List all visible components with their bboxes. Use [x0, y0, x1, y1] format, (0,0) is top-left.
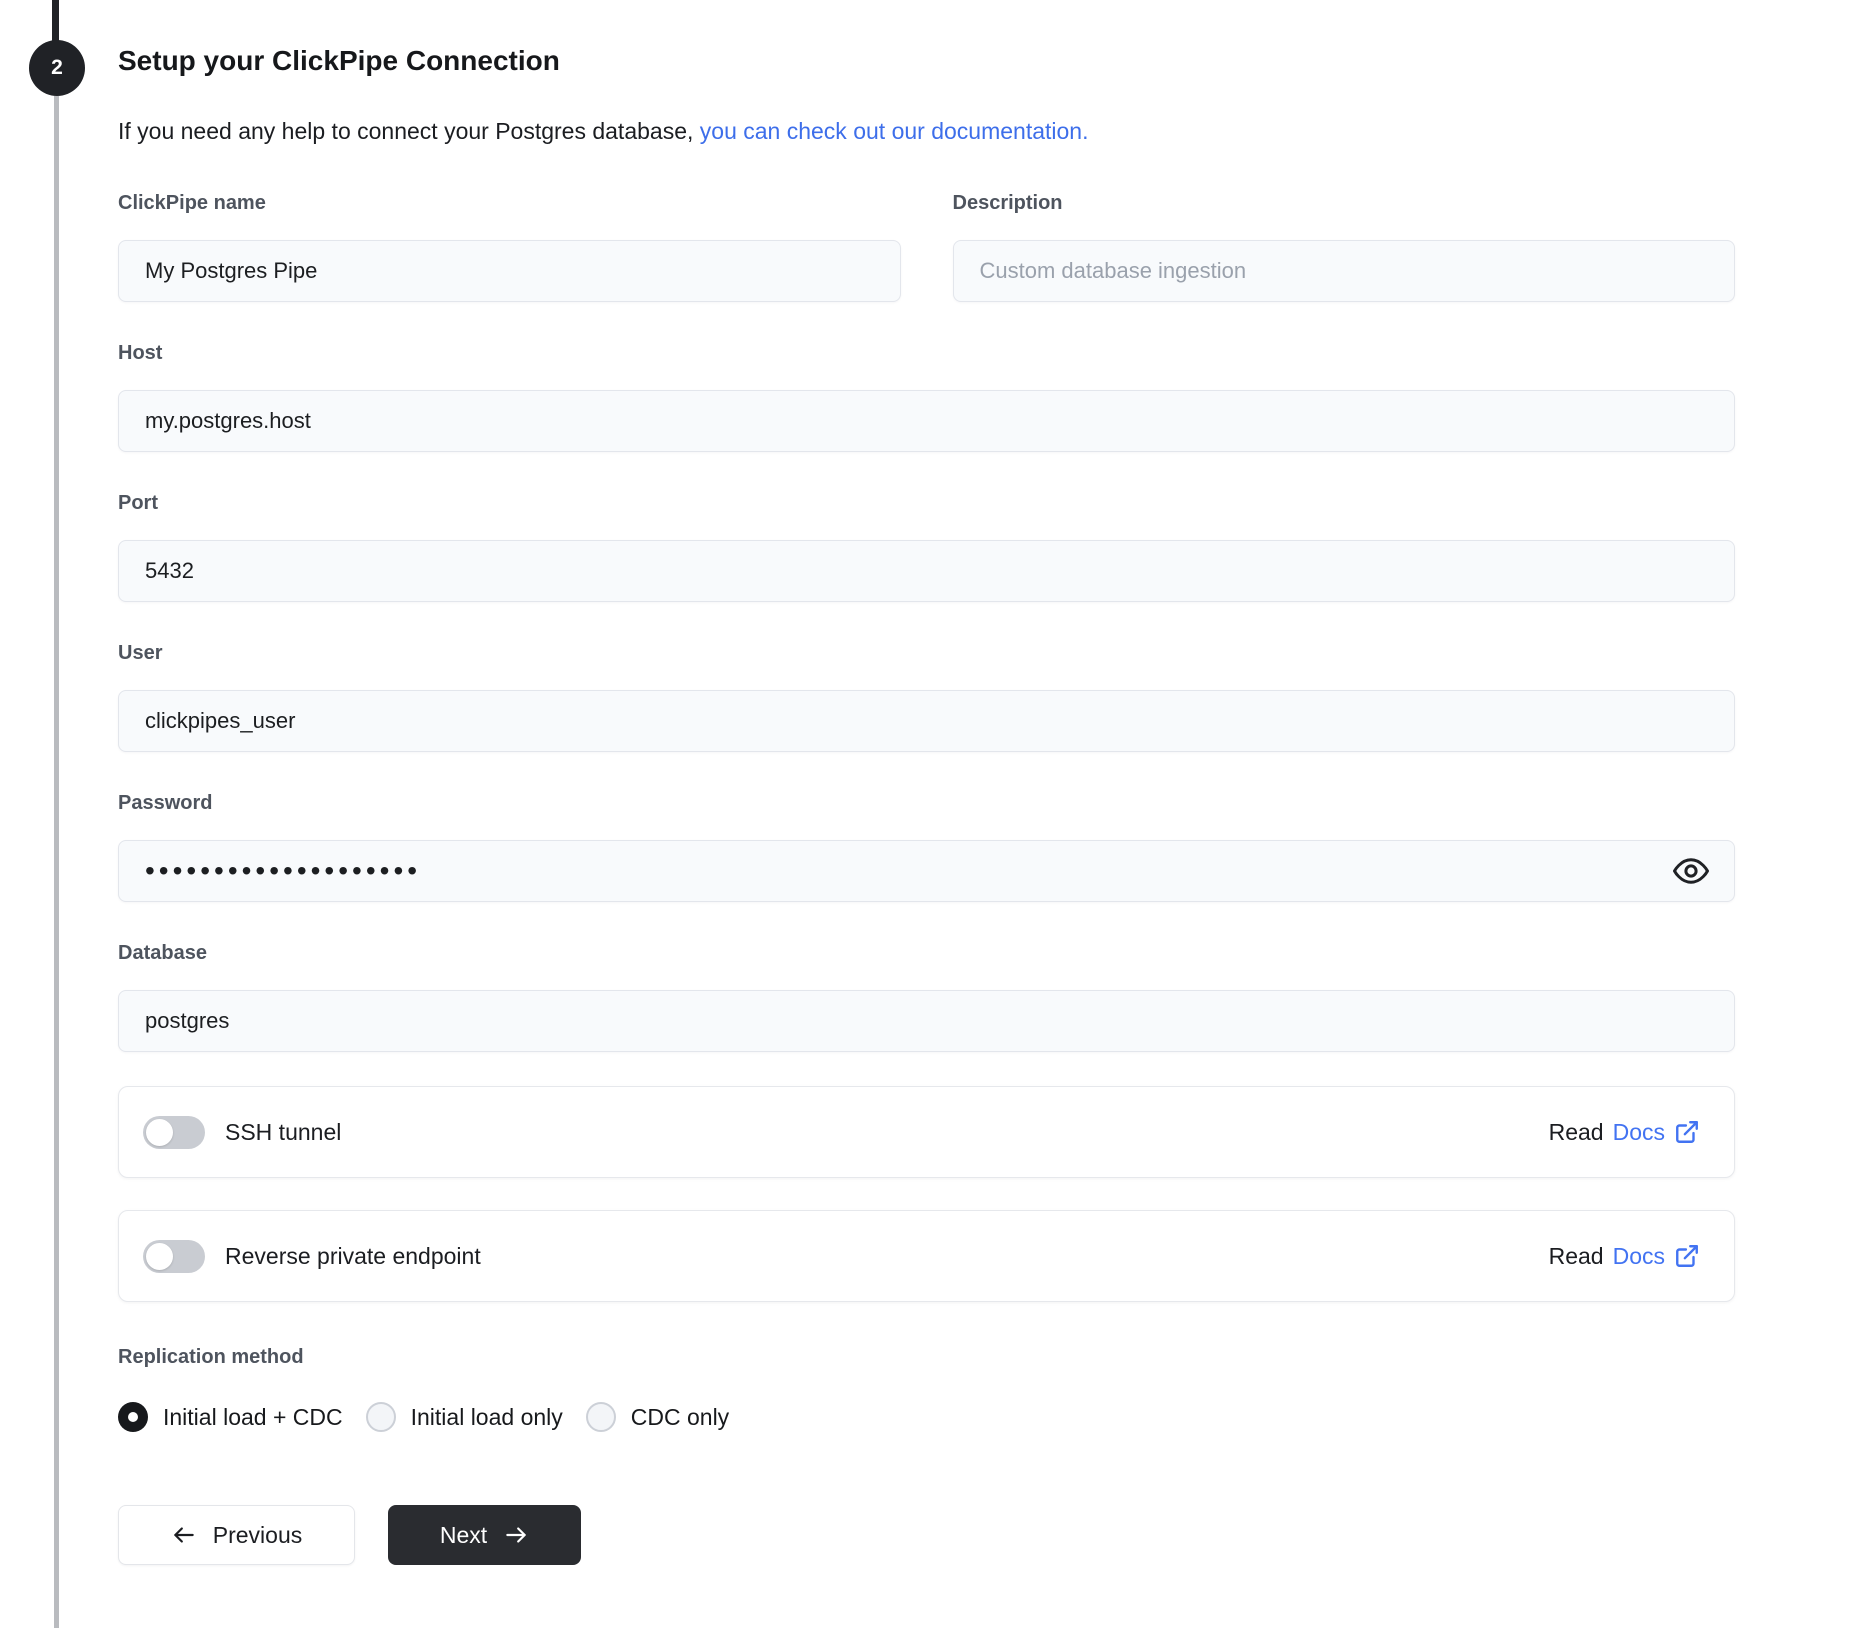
- help-text: If you need any help to connect your Pos…: [118, 116, 1735, 146]
- reverse-private-endpoint-label: Reverse private endpoint: [225, 1242, 481, 1269]
- arrow-left-icon: [171, 1522, 197, 1548]
- page-title: Setup your ClickPipe Connection: [118, 45, 560, 76]
- host-label: Host: [118, 342, 163, 364]
- documentation-link[interactable]: you can check out our documentation.: [700, 118, 1089, 144]
- port-field: Port: [118, 490, 1735, 602]
- ssh-tunnel-label: SSH tunnel: [225, 1118, 342, 1145]
- rpe-docs-link[interactable]: Docs: [1613, 1243, 1665, 1270]
- name-description-row: ClickPipe name Description: [118, 190, 1735, 302]
- step-number-badge: 2: [29, 40, 85, 96]
- stepper-line-top: [52, 0, 59, 44]
- user-input[interactable]: [118, 690, 1735, 752]
- next-button-label: Next: [439, 1521, 488, 1548]
- radio-cdc-only[interactable]: CDC only: [585, 1402, 730, 1432]
- password-input[interactable]: [118, 840, 1735, 902]
- setup-connection-panel: Setup your ClickPipe Connection If you n…: [118, 0, 1735, 1565]
- external-link-icon[interactable]: [1674, 1243, 1700, 1269]
- host-field: Host: [118, 340, 1735, 452]
- step-number: 2: [51, 56, 63, 79]
- form-actions: Previous Next: [118, 1505, 1735, 1565]
- read-label: Read: [1548, 1118, 1604, 1145]
- previous-button[interactable]: Previous: [118, 1505, 355, 1565]
- reverse-private-endpoint-card: Reverse private endpoint Read Docs: [118, 1210, 1735, 1302]
- radio-label: CDC only: [630, 1403, 730, 1430]
- password-field: Password: [118, 790, 1735, 902]
- port-label: Port: [118, 492, 158, 514]
- ssh-read-docs: Read Docs: [1549, 1119, 1700, 1146]
- replication-method-label: Replication method: [118, 1346, 304, 1368]
- ssh-tunnel-card: SSH tunnel Read Docs: [118, 1086, 1735, 1178]
- radio-initial-load-only[interactable]: Initial load only: [365, 1402, 563, 1432]
- port-input[interactable]: [118, 540, 1735, 602]
- clickpipe-name-field: ClickPipe name: [118, 190, 901, 302]
- radio-initial-load-cdc[interactable]: Initial load + CDC: [118, 1402, 343, 1432]
- previous-button-label: Previous: [212, 1521, 303, 1548]
- database-label: Database: [118, 942, 207, 964]
- eye-icon: [1673, 853, 1709, 889]
- password-label: Password: [118, 792, 213, 814]
- radio-label: Initial load only: [410, 1403, 563, 1430]
- host-input[interactable]: [118, 390, 1735, 452]
- radio-unselected-icon[interactable]: [365, 1402, 396, 1432]
- read-label: Read: [1548, 1242, 1604, 1269]
- reverse-private-endpoint-toggle[interactable]: [143, 1239, 205, 1273]
- arrow-right-icon: [503, 1522, 529, 1548]
- description-field: Description: [952, 190, 1735, 302]
- rpe-read-docs: Read Docs: [1549, 1243, 1700, 1270]
- external-link-icon[interactable]: [1674, 1119, 1700, 1145]
- user-field: User: [118, 640, 1735, 752]
- clickpipe-name-input[interactable]: [118, 240, 901, 302]
- radio-unselected-icon[interactable]: [585, 1402, 616, 1432]
- stepper-line-bottom: [54, 96, 59, 1628]
- user-label: User: [118, 642, 163, 664]
- next-button[interactable]: Next: [388, 1505, 581, 1565]
- description-label: Description: [952, 192, 1063, 214]
- ssh-docs-link[interactable]: Docs: [1613, 1119, 1665, 1146]
- radio-label: Initial load + CDC: [163, 1403, 343, 1430]
- show-password-button[interactable]: [1671, 851, 1711, 891]
- password-input-wrapper: [118, 840, 1735, 902]
- clickpipe-name-label: ClickPipe name: [118, 192, 266, 214]
- database-field: Database: [118, 940, 1735, 1052]
- database-input[interactable]: [118, 990, 1735, 1052]
- toggle-knob: [146, 1242, 173, 1270]
- help-text-prefix: If you need any help to connect your Pos…: [118, 118, 694, 144]
- replication-method-options: Initial load + CDC Initial load only CDC…: [118, 1402, 1735, 1432]
- description-input[interactable]: [952, 240, 1735, 302]
- ssh-tunnel-toggle[interactable]: [143, 1115, 205, 1149]
- toggle-knob: [146, 1118, 173, 1146]
- radio-selected-icon[interactable]: [118, 1402, 148, 1432]
